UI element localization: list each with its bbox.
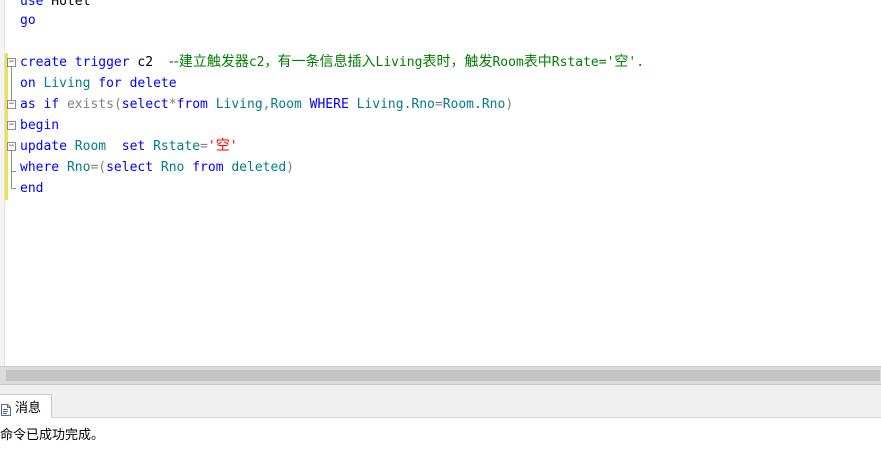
code-line: where Rno=(select Rno from deleted) bbox=[20, 157, 294, 178]
collapse-minus-icon[interactable]: − bbox=[7, 58, 16, 67]
code-token: select bbox=[106, 160, 154, 175]
code-token: from bbox=[176, 97, 208, 112]
code-line: go bbox=[20, 10, 36, 31]
code-line: create trigger c2 --建立触发器c2，有一条信息插入Livin… bbox=[20, 52, 644, 73]
code-token: 表中 bbox=[523, 54, 552, 70]
code-token: Living bbox=[375, 55, 423, 70]
code-token: create bbox=[20, 55, 67, 70]
code-token: begin bbox=[20, 118, 60, 133]
code-token: Room bbox=[270, 97, 310, 112]
code-token: as bbox=[20, 97, 36, 112]
code-token: ' bbox=[229, 139, 238, 154]
fold-guide-line bbox=[11, 67, 12, 101]
code-token: ) bbox=[505, 97, 514, 112]
code-token: Rno bbox=[153, 160, 193, 175]
scrollbar-thumb[interactable] bbox=[6, 370, 880, 381]
code-token: ) bbox=[286, 160, 294, 175]
code-token: = bbox=[434, 97, 443, 112]
code-token: on bbox=[20, 76, 36, 91]
code-token: Rstate bbox=[145, 139, 201, 154]
code-token: deleted bbox=[223, 160, 287, 175]
code-token: for bbox=[98, 76, 122, 91]
code-token: 有一条信息插入 bbox=[277, 54, 376, 70]
code-token: Living bbox=[207, 97, 263, 112]
message-document-icon bbox=[1, 401, 11, 416]
code-token: delete bbox=[129, 76, 177, 91]
query-window: − − − − use Hotel go create trigger c2 --建… bbox=[0, 0, 881, 453]
code-token: use bbox=[20, 0, 44, 9]
code-token: exists bbox=[66, 97, 114, 112]
fold-guide-line bbox=[11, 151, 12, 188]
code-line: as if exists(select*from Living,Room WHE… bbox=[20, 94, 513, 115]
tab-messages-label: 消息 bbox=[15, 401, 42, 416]
code-token: Room bbox=[66, 139, 122, 154]
code-token: WHERE bbox=[309, 97, 349, 112]
code-token: Hotel bbox=[43, 0, 91, 9]
code-token: where bbox=[20, 160, 60, 175]
code-token: go bbox=[20, 13, 36, 28]
code-token: * bbox=[168, 97, 177, 112]
code-token: set bbox=[121, 139, 146, 154]
code-line: begin bbox=[20, 115, 59, 136]
code-token: ' bbox=[207, 139, 216, 154]
code-token: Room bbox=[492, 55, 524, 70]
horizontal-scrollbar[interactable] bbox=[0, 366, 881, 385]
code-token: Room.Rno bbox=[442, 97, 506, 112]
sql-editor[interactable]: − − − − use Hotel go create trigger c2 --建… bbox=[0, 0, 881, 366]
code-token: update bbox=[20, 139, 67, 154]
collapse-minus-icon[interactable]: − bbox=[7, 142, 16, 151]
tab-messages[interactable]: 消息 bbox=[0, 394, 53, 418]
code-token: if bbox=[43, 97, 60, 112]
collapse-minus-icon[interactable]: − bbox=[7, 100, 16, 109]
code-line: update Room set Rstate='空' bbox=[20, 136, 238, 157]
fold-end-tick bbox=[11, 188, 16, 189]
code-token: 空 bbox=[614, 54, 629, 70]
result-message: 命令已成功完成。 bbox=[0, 428, 105, 443]
code-token: Living.Rno bbox=[348, 97, 435, 112]
code-token: --建立触发器 bbox=[168, 54, 249, 70]
code-token: end bbox=[20, 181, 44, 196]
code-token: c2， bbox=[248, 55, 278, 70]
code-line: end bbox=[20, 178, 43, 199]
code-token: Rstate=' bbox=[551, 55, 615, 70]
code-token: trigger bbox=[74, 55, 130, 70]
code-token: , bbox=[262, 97, 271, 112]
code-token: Living bbox=[35, 76, 99, 91]
code-token: select bbox=[121, 97, 169, 112]
collapse-minus-icon[interactable]: − bbox=[7, 121, 16, 130]
code-token: c2 bbox=[129, 55, 169, 70]
code-token: 空 bbox=[215, 138, 230, 154]
code-token: =( bbox=[90, 160, 107, 175]
code-token: '. bbox=[628, 55, 645, 70]
code-line: on Living for delete bbox=[20, 73, 177, 94]
code-token: from bbox=[192, 160, 224, 175]
code-token: = bbox=[200, 139, 208, 154]
code-token: Rno bbox=[59, 160, 91, 175]
results-tab-strip: 消息 bbox=[0, 385, 881, 418]
messages-pane: 命令已成功完成。 bbox=[0, 418, 881, 453]
code-token: 表时，触发 bbox=[422, 54, 493, 70]
fold-end-tick bbox=[11, 171, 16, 172]
code-token: ( bbox=[113, 97, 122, 112]
